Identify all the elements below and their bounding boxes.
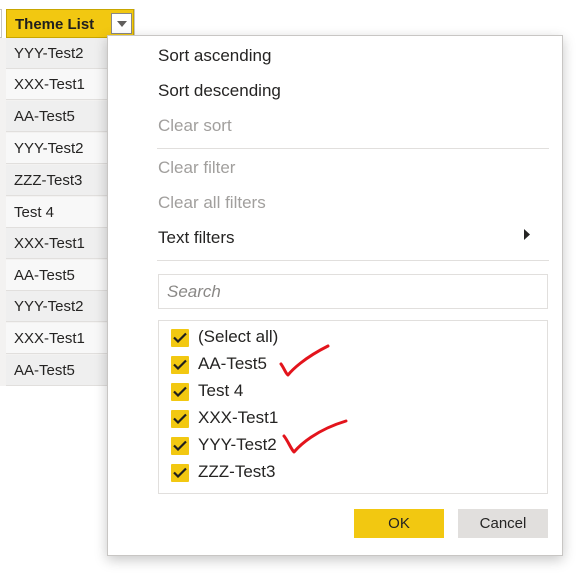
data-grid: YYY-Test2 XXX-Test1 AA-Test5 YYY-Test2 Z…	[6, 38, 107, 386]
menu-item-clear-filter: Clear filter	[158, 158, 236, 177]
checkbox-checked[interactable]	[171, 410, 189, 428]
column-header-theme-list[interactable]: Theme List	[6, 9, 134, 38]
grid-top-area	[0, 0, 577, 9]
checkbox-checked[interactable]	[171, 437, 189, 455]
column-filter-menu: Sort ascending Sort descending Clear sor…	[107, 35, 563, 556]
table-row[interactable]: YYY-Test2	[6, 38, 107, 69]
table-row[interactable]: XXX-Test1	[6, 228, 107, 259]
menu-separator	[157, 148, 549, 149]
table-row[interactable]: AA-Test5	[6, 101, 107, 132]
filter-option-label: Test 4	[198, 381, 244, 400]
filter-option-label: ZZZ-Test3	[198, 462, 276, 481]
column-divider	[134, 9, 135, 38]
table-row[interactable]: XXX-Test1	[6, 69, 107, 100]
table-row[interactable]: XXX-Test1	[6, 323, 107, 354]
triangle-down-icon	[117, 21, 127, 27]
menu-item-clear-sort: Clear sort	[158, 116, 232, 135]
table-row[interactable]: ZZZ-Test3	[6, 165, 107, 196]
checkmark-icon	[173, 440, 187, 451]
previous-column-header[interactable]	[0, 9, 2, 38]
column-filter-dropdown-button[interactable]	[111, 13, 132, 34]
triangle-right-icon	[524, 229, 530, 240]
table-row[interactable]: Test 4	[6, 197, 107, 228]
menu-item-sort-descending[interactable]: Sort descending	[158, 81, 281, 101]
search-box[interactable]	[158, 274, 548, 309]
checkbox-checked[interactable]	[171, 329, 189, 347]
checkmark-icon	[173, 359, 187, 370]
menu-item-clear-all-filters: Clear all filters	[158, 193, 266, 212]
table-row[interactable]: YYY-Test2	[6, 291, 107, 322]
filter-option-label: YYY-Test2	[198, 435, 277, 454]
filter-option-label: AA-Test5	[198, 354, 267, 373]
menu-item-sort-ascending[interactable]: Sort ascending	[158, 46, 271, 66]
filter-option-label: (Select all)	[198, 327, 279, 346]
checkmark-icon	[173, 386, 187, 397]
checkmark-icon	[173, 413, 187, 424]
filter-option-label: XXX-Test1	[198, 408, 279, 427]
search-input[interactable]	[167, 282, 537, 302]
checkmark-icon	[173, 332, 187, 343]
menu-separator	[157, 260, 549, 261]
table-row[interactable]: AA-Test5	[6, 260, 107, 291]
table-row[interactable]: YYY-Test2	[6, 133, 107, 164]
table-row[interactable]: AA-Test5	[6, 355, 107, 386]
checkbox-checked[interactable]	[171, 356, 189, 374]
cancel-button[interactable]: Cancel	[458, 509, 548, 538]
menu-item-text-filters[interactable]: Text filters	[158, 228, 235, 248]
column-header-label: Theme List	[15, 16, 95, 33]
checkmark-icon	[173, 467, 187, 478]
ok-button[interactable]: OK	[354, 509, 444, 538]
filter-value-list: (Select all) AA-Test5 Test 4 XXX-Test1 Y…	[158, 320, 548, 494]
checkbox-checked[interactable]	[171, 383, 189, 401]
checkbox-checked[interactable]	[171, 464, 189, 482]
